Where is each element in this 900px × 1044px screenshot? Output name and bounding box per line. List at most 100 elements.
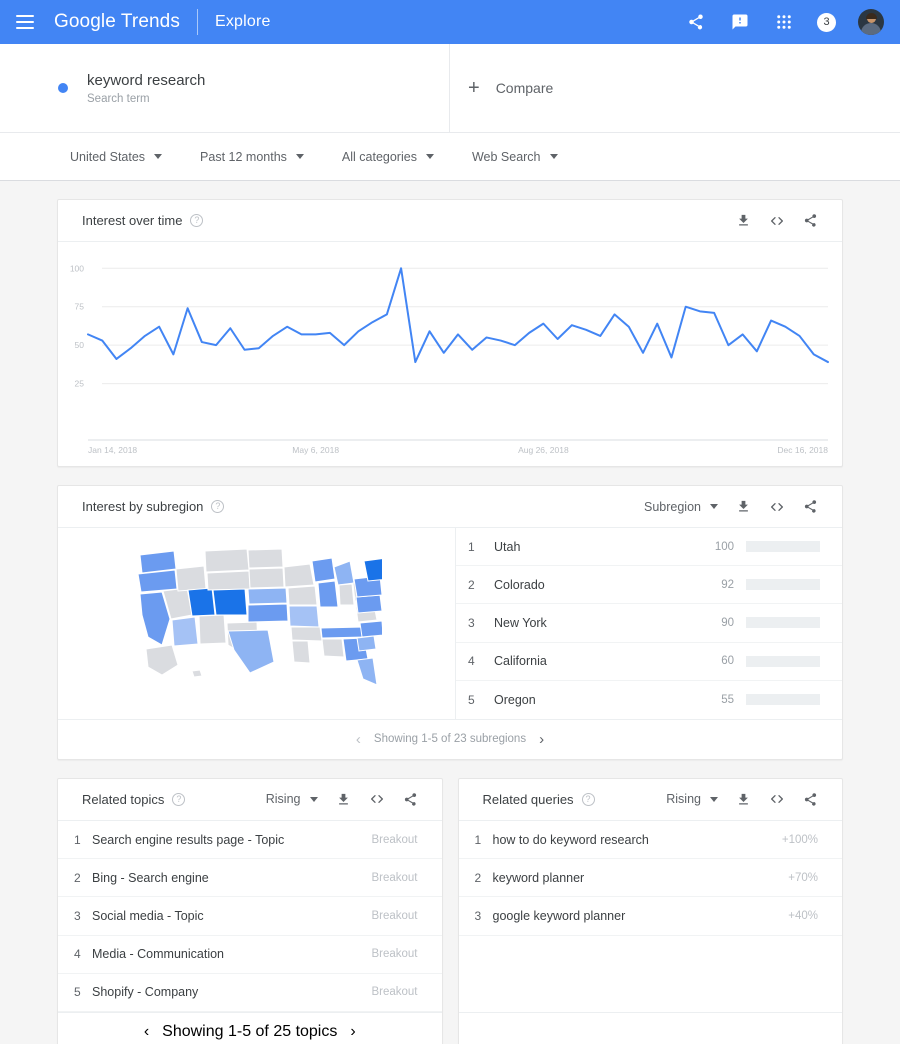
table-row[interactable]: 3 New York 90 xyxy=(456,604,842,643)
related-queries-title: Related queries xyxy=(482,791,574,807)
state-wa xyxy=(138,550,177,575)
state-nc xyxy=(358,620,382,639)
chevron-down-icon xyxy=(425,154,434,159)
row-name: Media - Communication xyxy=(92,947,224,962)
download-icon[interactable] xyxy=(736,213,751,228)
svg-text:50: 50 xyxy=(75,340,85,350)
state-va xyxy=(354,594,382,615)
row-name: New York xyxy=(494,615,547,630)
filter-category[interactable]: All categories xyxy=(342,150,434,164)
divider xyxy=(196,9,198,35)
download-icon[interactable] xyxy=(736,792,751,807)
list-item[interactable]: 1 how to do keyword research +100% xyxy=(458,821,842,860)
download-icon[interactable] xyxy=(736,499,751,514)
share-icon[interactable] xyxy=(403,792,418,807)
embed-code-icon[interactable] xyxy=(769,213,785,229)
filter-search-type[interactable]: Web Search xyxy=(472,150,558,164)
page-title: Interest over time xyxy=(82,213,183,228)
related-topics-sort-select[interactable]: Rising xyxy=(266,792,318,806)
list-item[interactable]: 2 Bing - Search engine Breakout xyxy=(58,859,442,898)
add-comparison-button[interactable]: + Compare xyxy=(450,44,900,132)
list-item[interactable]: 3 google keyword planner +40% xyxy=(458,897,842,936)
row-name: how to do keyword research xyxy=(492,832,649,847)
plus-icon: + xyxy=(468,77,480,99)
search-term-row: keyword research Search term + Compare xyxy=(0,44,900,133)
embed-code-icon[interactable] xyxy=(769,499,785,515)
svg-text:Aug 26, 2018: Aug 26, 2018 xyxy=(518,445,569,455)
state-ne xyxy=(246,587,288,605)
list-item[interactable]: 4 Media - Communication Breakout xyxy=(58,936,442,974)
svg-text:100: 100 xyxy=(70,263,84,273)
us-map-svg xyxy=(136,548,382,687)
help-icon[interactable]: ? xyxy=(581,792,595,806)
interest-over-time-actions xyxy=(736,213,818,229)
avatar-body xyxy=(861,23,881,35)
related-queries-card: Related queries ? Rising 1 how to do key… xyxy=(457,777,843,1044)
row-value: Breakout xyxy=(371,948,418,961)
filter-search-type-label: Web Search xyxy=(471,149,541,164)
table-row[interactable]: 4 California 60 xyxy=(456,643,842,681)
row-name: Utah xyxy=(494,539,521,554)
subregion-body: 1 Utah 100 2 Colorado 92 3 New York 90 4… xyxy=(58,528,842,719)
related-topics-sort-label: Rising xyxy=(265,792,301,807)
apps-grid-icon[interactable] xyxy=(773,11,795,33)
brand-logo[interactable]: Google Trends xyxy=(54,11,180,33)
subregion-scope-select[interactable]: Subregion xyxy=(644,500,718,514)
help-icon[interactable]: ? xyxy=(190,214,204,227)
list-item[interactable]: 1 Search engine results page - Topic Bre… xyxy=(58,821,442,860)
state-id xyxy=(174,565,207,593)
share-icon[interactable] xyxy=(803,499,818,514)
row-value: 55 xyxy=(721,693,734,706)
download-icon[interactable] xyxy=(336,792,351,807)
us-choropleth-map[interactable] xyxy=(58,528,455,719)
help-icon[interactable]: ? xyxy=(211,500,225,513)
feedback-icon[interactable] xyxy=(729,11,751,33)
chevron-down-icon xyxy=(710,504,718,509)
row-value: +40% xyxy=(788,909,818,922)
state-ms-al xyxy=(320,638,345,658)
pagination-status: Showing 1-5 of 25 topics xyxy=(162,1023,338,1041)
state-wi xyxy=(310,557,336,584)
table-row[interactable]: 5 Oregon 55 xyxy=(456,681,842,719)
pagination-status: Showing 1-5 of 23 subregions xyxy=(373,733,527,746)
pagination-next-button[interactable]: › xyxy=(539,732,544,747)
row-rank: 5 xyxy=(468,692,475,707)
state-mi xyxy=(332,560,355,587)
related-queries-sort-select[interactable]: Rising xyxy=(666,792,718,806)
table-row[interactable]: 1 Utah 100 xyxy=(456,528,842,567)
row-name: google keyword planner xyxy=(492,908,626,923)
pagination-prev-button[interactable]: ‹ xyxy=(356,732,361,747)
list-item[interactable]: 2 keyword planner +70% xyxy=(458,859,842,898)
svg-text:25: 25 xyxy=(75,379,85,389)
explore-link[interactable]: Explore xyxy=(215,13,271,31)
state-ia xyxy=(286,585,318,606)
row-value: 60 xyxy=(721,655,734,668)
state-co xyxy=(211,588,248,616)
table-row[interactable]: 2 Colorado 92 xyxy=(456,566,842,605)
embed-code-icon[interactable] xyxy=(769,791,785,807)
pagination-next-button[interactable]: › xyxy=(350,1023,355,1041)
filter-time-range[interactable]: Past 12 months xyxy=(200,150,304,164)
share-icon[interactable] xyxy=(803,213,818,228)
share-icon[interactable] xyxy=(803,792,818,807)
list-item[interactable]: 3 Social media - Topic Breakout xyxy=(58,897,442,936)
share-icon[interactable] xyxy=(685,11,707,33)
notification-badge[interactable]: 3 xyxy=(817,12,836,32)
avatar[interactable] xyxy=(858,9,884,35)
compare-label: Compare xyxy=(495,80,554,96)
state-az xyxy=(170,616,199,648)
embed-code-icon[interactable] xyxy=(369,791,385,807)
row-rank: 2 xyxy=(468,577,475,592)
list-item[interactable]: 5 Shopify - Company Breakout xyxy=(58,974,442,1012)
help-icon[interactable]: ? xyxy=(172,792,186,806)
row-rank: 5 xyxy=(74,985,81,1000)
hamburger-menu-icon[interactable] xyxy=(16,15,34,29)
pagination-prev-button[interactable]: ‹ xyxy=(144,1023,149,1041)
app-bar-actions: 3 xyxy=(685,9,884,35)
row-name: Search engine results page - Topic xyxy=(92,832,285,847)
state-tn xyxy=(319,626,366,639)
interest-over-time-chart[interactable]: 25 50 75 100 Jan 14, 2018 May 6, 2018 Aug 26, … xyxy=(58,242,842,466)
search-term-card[interactable]: keyword research Search term xyxy=(0,44,450,132)
subregion-title: Interest by subregion xyxy=(82,499,204,514)
filter-location[interactable]: United States xyxy=(70,150,163,164)
